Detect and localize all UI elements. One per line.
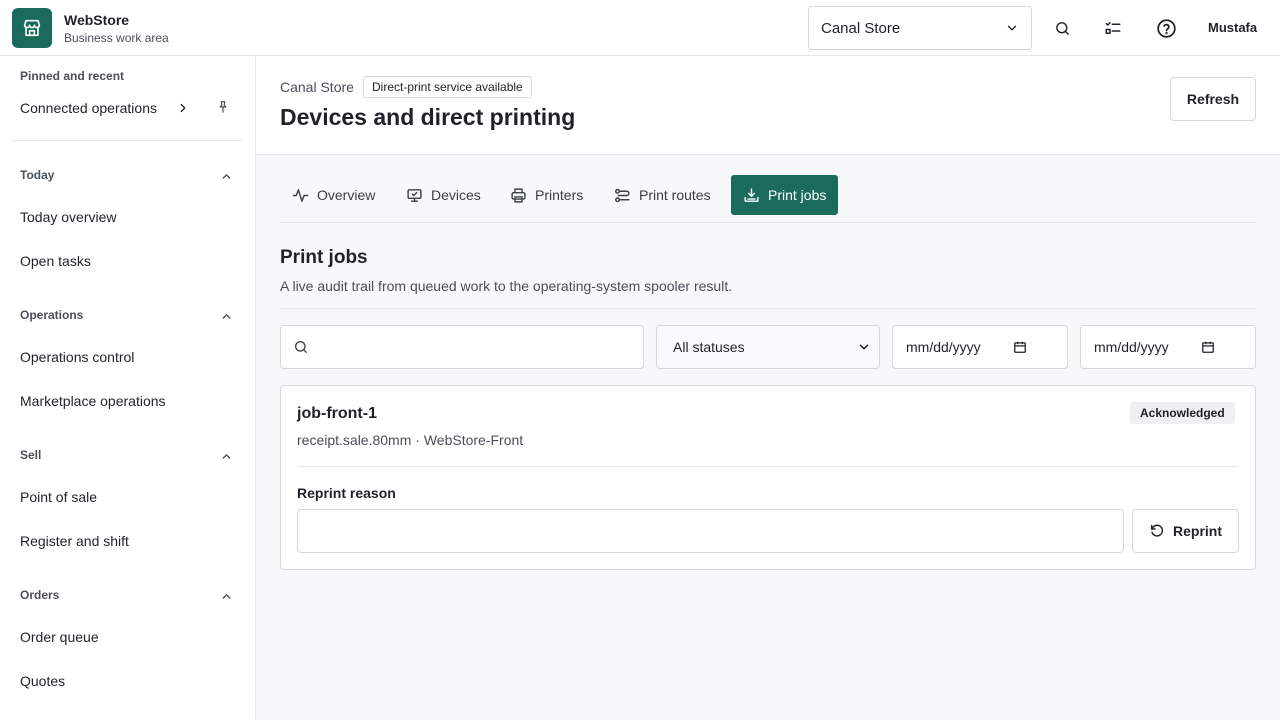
chevron-up-icon[interactable]	[218, 308, 234, 324]
activity-icon	[292, 188, 309, 202]
top-bar: WebStore Business work area Canal Store …	[0, 0, 1280, 56]
status-filter-select[interactable]: All statuses	[656, 325, 880, 369]
calendar-icon[interactable]	[1201, 340, 1215, 354]
date-from-field[interactable]: mm/dd/yyyy	[892, 325, 1068, 369]
app-subtitle: Business work area	[64, 31, 169, 45]
tab-label: Devices	[431, 187, 481, 203]
monitor-icon	[407, 188, 422, 202]
tab-print-routes[interactable]: Print routes	[602, 175, 723, 215]
sidebar-item-marketplace-operations[interactable]: Marketplace operations	[20, 393, 166, 409]
page-header: Canal Store Direct-print service availab…	[256, 56, 1280, 155]
job-divider	[297, 466, 1239, 467]
search-icon	[295, 341, 307, 353]
printer-icon	[511, 187, 526, 203]
main-content: Canal Store Direct-print service availab…	[256, 56, 1280, 720]
sidebar-item-quotes[interactable]: Quotes	[20, 673, 65, 689]
help-icon[interactable]	[1152, 14, 1180, 42]
chevron-right-icon[interactable]	[176, 101, 190, 118]
tab-devices[interactable]: Devices	[394, 175, 493, 215]
sidebar-item-connected-operations[interactable]: Connected operations	[20, 100, 157, 116]
date-from-placeholder: mm/dd/yyyy	[906, 339, 981, 355]
page-title: Devices and direct printing	[280, 104, 576, 130]
download-tray-icon	[744, 187, 759, 202]
store-select[interactable]: Canal Store	[808, 6, 1032, 50]
reprint-button-label: Reprint	[1173, 523, 1222, 539]
rotate-ccw-icon	[1150, 524, 1164, 537]
app-name: WebStore	[64, 12, 130, 28]
status-filter-value: All statuses	[673, 339, 745, 355]
status-badge: Direct-print service available	[363, 76, 532, 98]
sidebar-divider	[12, 140, 242, 141]
sidebar-item-order-queue[interactable]: Order queue	[20, 629, 99, 645]
sidebar-heading-pinned: Pinned and recent	[20, 69, 125, 83]
job-status-badge: Acknowledged	[1130, 402, 1235, 424]
tab-label: Print jobs	[768, 187, 827, 203]
user-menu[interactable]: Mustafa	[1208, 20, 1257, 35]
tab-printers[interactable]: Printers	[498, 175, 595, 215]
chevron-down-icon	[859, 344, 869, 350]
print-job-card: job-front-1 receipt.sale.80mm · WebStore…	[280, 385, 1256, 570]
search-input[interactable]	[280, 325, 644, 369]
store-logo-icon[interactable]	[12, 8, 52, 48]
reprint-reason-label: Reprint reason	[297, 485, 396, 501]
sidebar-item-today-overview[interactable]: Today overview	[20, 209, 117, 225]
sidebar-item-point-of-sale[interactable]: Point of sale	[20, 489, 97, 505]
routes-icon	[615, 188, 630, 202]
sidebar-heading-orders[interactable]: Orders	[20, 588, 59, 602]
checklist-icon[interactable]	[1099, 14, 1127, 42]
sidebar-item-register-and-shift[interactable]: Register and shift	[20, 533, 129, 549]
search-icon[interactable]	[1048, 14, 1076, 42]
reprint-reason-input[interactable]	[297, 509, 1124, 553]
chevron-up-icon[interactable]	[218, 168, 234, 184]
chevron-up-icon[interactable]	[218, 588, 234, 604]
tab-bar: Overview Devices Printers Print routes P…	[280, 175, 1256, 223]
reprint-button[interactable]: Reprint	[1132, 509, 1239, 553]
sidebar-heading-sell[interactable]: Sell	[20, 448, 41, 462]
date-to-field[interactable]: mm/dd/yyyy	[1080, 325, 1256, 369]
chevron-down-icon	[1007, 25, 1017, 31]
section-divider	[280, 308, 1256, 309]
section-description: A live audit trail from queued work to t…	[280, 278, 733, 294]
sidebar-heading-operations[interactable]: Operations	[20, 308, 83, 322]
store-select-value: Canal Store	[821, 19, 901, 37]
job-id: job-front-1	[297, 405, 377, 422]
sidebar-item-open-tasks[interactable]: Open tasks	[20, 253, 91, 269]
pin-icon[interactable]	[216, 100, 230, 117]
tab-label: Print routes	[639, 187, 711, 203]
refresh-button[interactable]: Refresh	[1170, 77, 1256, 121]
tab-label: Overview	[317, 187, 376, 203]
chevron-up-icon[interactable]	[218, 448, 234, 464]
tab-label: Printers	[535, 187, 584, 203]
job-meta: receipt.sale.80mm · WebStore-Front	[297, 432, 524, 448]
tab-overview[interactable]: Overview	[280, 175, 387, 215]
breadcrumb[interactable]: Canal Store	[280, 79, 354, 95]
tab-print-jobs[interactable]: Print jobs	[731, 175, 839, 215]
sidebar-heading-today[interactable]: Today	[20, 168, 54, 182]
section-title: Print jobs	[280, 247, 368, 268]
sidebar-item-operations-control[interactable]: Operations control	[20, 349, 134, 365]
sidebar: Pinned and recent Connected operations T…	[0, 56, 256, 720]
date-to-placeholder: mm/dd/yyyy	[1094, 339, 1169, 355]
calendar-icon[interactable]	[1013, 340, 1027, 354]
